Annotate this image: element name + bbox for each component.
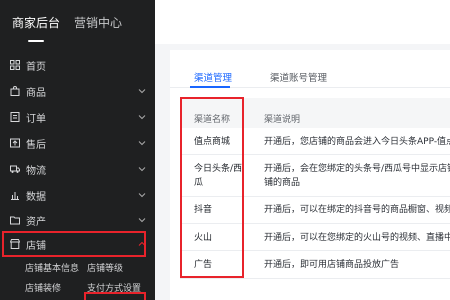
grid-icon bbox=[9, 59, 21, 71]
sidebar-item-after-sales[interactable]: 售后 bbox=[0, 130, 155, 156]
channel-desc: 开通后，即可用店铺商品投放广告 bbox=[264, 260, 400, 270]
sidebar-item-label: 数据 bbox=[26, 191, 46, 203]
channel-desc-cont: 铺的商品 bbox=[264, 178, 301, 188]
chevron-down-icon bbox=[138, 165, 146, 173]
sidebar-item-label: 售后 bbox=[26, 139, 46, 151]
sidebar-item-label: 商品 bbox=[26, 87, 46, 99]
row-divider bbox=[180, 278, 450, 279]
chevron-down-icon bbox=[138, 216, 146, 224]
sidebar-item-label: 首页 bbox=[26, 61, 46, 73]
store-highlight-box bbox=[2, 231, 146, 257]
active-tab-underline bbox=[190, 86, 230, 88]
sidebar-item-home[interactable]: 首页 bbox=[0, 52, 155, 78]
sidebar-item-label: 物流 bbox=[26, 165, 46, 177]
chevron-down-icon bbox=[138, 87, 146, 95]
sidebar-header: 商家后台 营销中心 bbox=[0, 0, 155, 44]
order-icon bbox=[9, 111, 21, 123]
submenu-highlight-box bbox=[84, 292, 146, 300]
sidebar-item-label: 订单 bbox=[26, 113, 46, 125]
truck-icon bbox=[9, 163, 21, 175]
panel-tabs: 渠道管理 渠道账号管理 bbox=[170, 50, 450, 88]
after-sales-icon bbox=[9, 137, 21, 149]
submenu-item-store-level[interactable]: 店铺等级 bbox=[87, 261, 123, 274]
sidebar-item-logistics[interactable]: 物流 bbox=[0, 156, 155, 182]
channel-desc: 开通后，您店铺的商品会进入今日头条APP-值点频道 bbox=[264, 137, 450, 147]
folder-icon bbox=[9, 214, 21, 226]
chevron-down-icon bbox=[138, 113, 146, 121]
bag-icon bbox=[9, 85, 21, 97]
tab-channel-account-management[interactable]: 渠道账号管理 bbox=[270, 70, 327, 84]
chevron-down-icon bbox=[138, 191, 146, 199]
column-header-channel-desc: 渠道说明 bbox=[264, 115, 301, 125]
top-bar bbox=[155, 0, 450, 44]
sidebar: 商家后台 营销中心 首页 商品 订单 售后 物流 数据 资产 店铺 店铺基本信息… bbox=[0, 0, 155, 300]
channel-desc: 开通后，会在您绑定的头条号/西瓜号中显示店铺入口 bbox=[264, 164, 450, 174]
channel-desc: 开通后，可以在您绑定的火山号的视频、直播中插入 bbox=[264, 233, 450, 243]
sidebar-item-products[interactable]: 商品 bbox=[0, 78, 155, 104]
chart-icon bbox=[9, 189, 21, 201]
submenu-item-store-basic-info[interactable]: 店铺基本信息 bbox=[25, 261, 79, 274]
submenu-item-store-decoration[interactable]: 店铺装修 bbox=[25, 281, 61, 294]
channel-name-highlight-box bbox=[180, 97, 244, 278]
chevron-down-icon bbox=[138, 139, 146, 147]
sidebar-item-label: 资产 bbox=[26, 216, 46, 228]
sidebar-item-orders[interactable]: 订单 bbox=[0, 104, 155, 130]
tab-marketing-center[interactable]: 营销中心 bbox=[74, 14, 122, 44]
sidebar-item-assets[interactable]: 资产 bbox=[0, 207, 155, 233]
channel-desc: 开通后，可以在绑定的抖音号的商品橱窗、视频中 bbox=[264, 205, 450, 215]
tab-channel-management[interactable]: 渠道管理 bbox=[194, 70, 232, 84]
tab-merchant-backend[interactable]: 商家后台 bbox=[12, 14, 60, 44]
sidebar-item-data[interactable]: 数据 bbox=[0, 182, 155, 208]
